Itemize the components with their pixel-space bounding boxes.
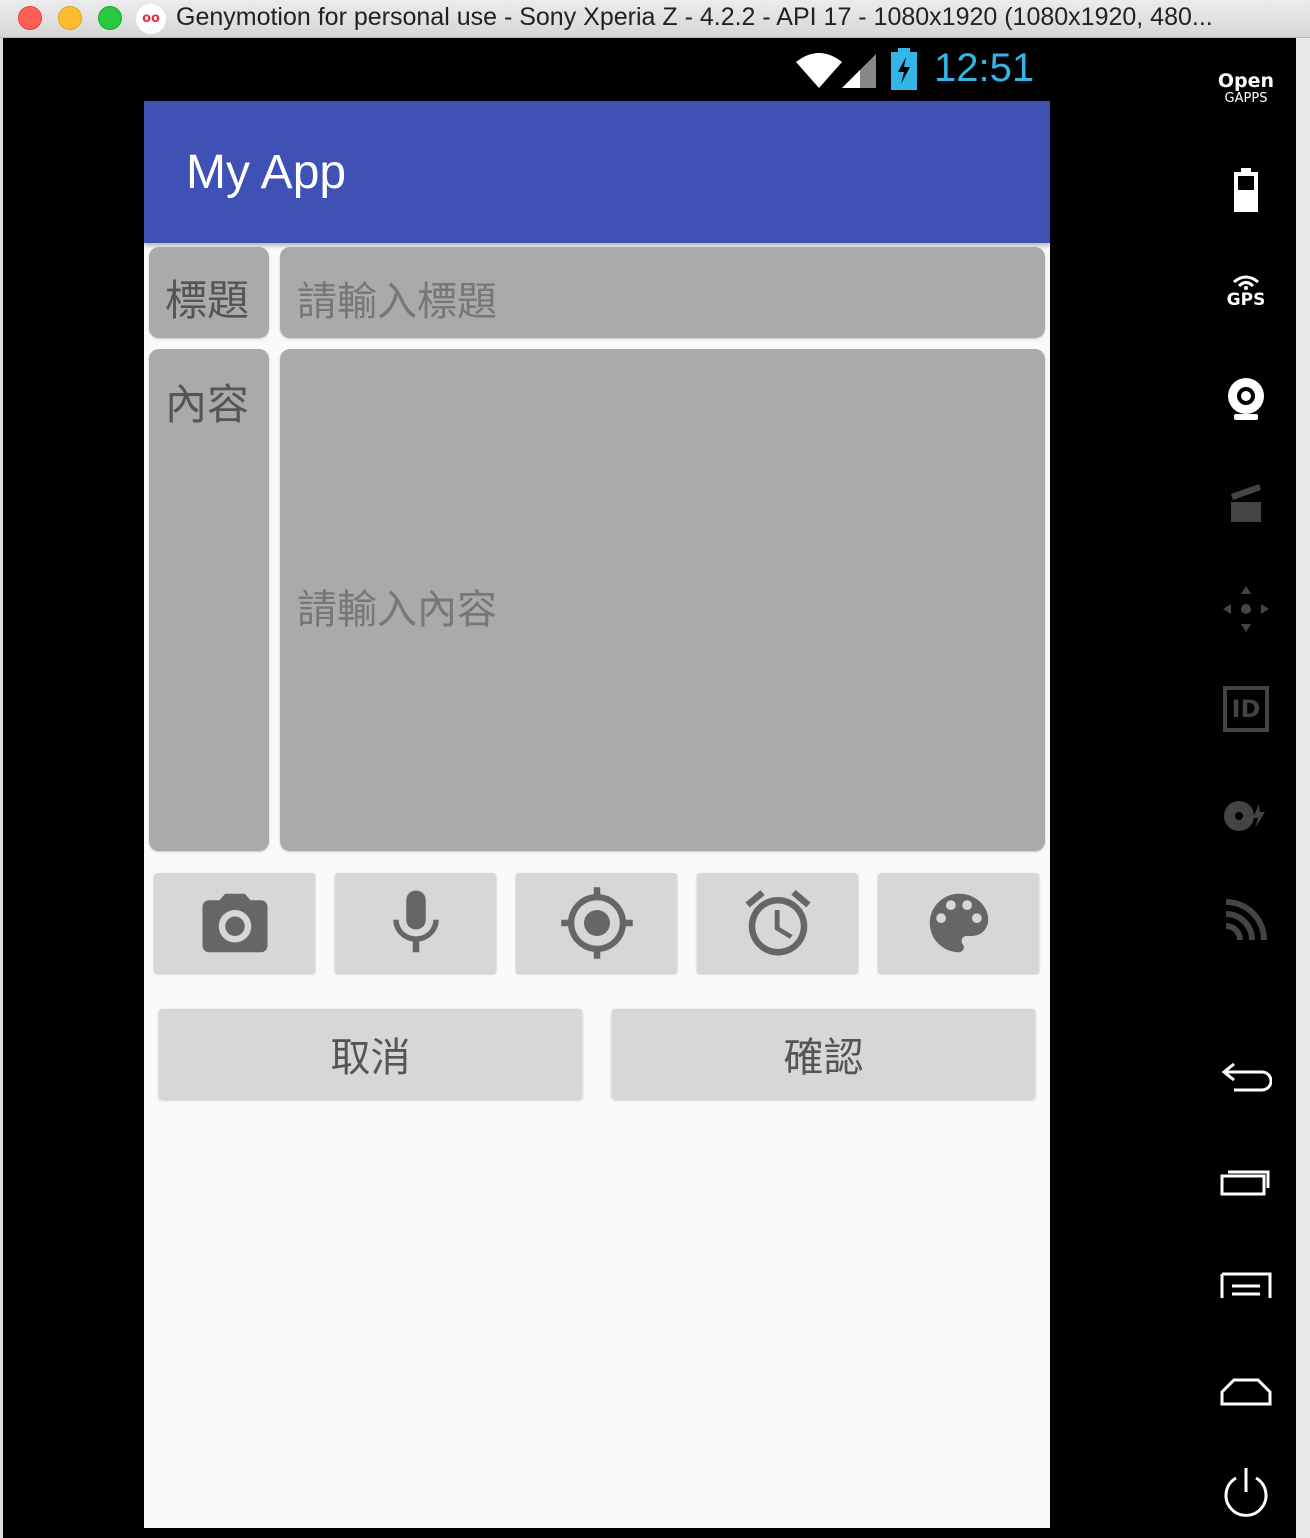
open-gapps-label: Open: [1217, 70, 1275, 92]
open-gapps-button[interactable]: Open GAPPS: [1196, 70, 1296, 107]
zoom-window-button[interactable]: [98, 6, 122, 30]
disk-icon: [1224, 801, 1265, 831]
content-label-box: 內容: [149, 349, 269, 851]
cast-button[interactable]: [1196, 898, 1296, 942]
location-button[interactable]: [516, 873, 677, 973]
battery-icon: [1234, 168, 1258, 212]
signal-icon: [842, 54, 876, 88]
recent-apps-icon: [1220, 1170, 1270, 1196]
dpad-icon: [1223, 586, 1269, 632]
window-left-edge: [0, 38, 3, 1538]
genymotion-sidebar: Open GAPPS GPS ID: [1196, 40, 1296, 1538]
content-input[interactable]: 請輸入內容: [280, 349, 1045, 851]
home-icon: [1220, 1378, 1272, 1406]
id-icon: ID: [1223, 686, 1269, 732]
title-label-box: 標題: [149, 247, 269, 338]
minimize-window-button[interactable]: [58, 6, 82, 30]
wifi-icon: [796, 53, 842, 88]
home-button[interactable]: [1196, 1374, 1296, 1408]
back-button[interactable]: [1196, 1058, 1296, 1094]
alarm-icon: [745, 889, 810, 956]
confirm-button[interactable]: 確認: [612, 1009, 1035, 1099]
camera-button[interactable]: [154, 873, 315, 973]
menu-icon: [1220, 1272, 1272, 1298]
gapps-label: GAPPS: [1224, 91, 1268, 106]
app-screen: My App 標題 請輸入標題 內容 請輸入內容 取消 確認: [144, 101, 1050, 1528]
gps-icon: [1233, 275, 1259, 290]
power-button[interactable]: [1196, 1466, 1296, 1520]
content-label: 內容: [165, 380, 250, 429]
status-clock: 12:51: [934, 46, 1035, 90]
title-label: 標題: [165, 276, 250, 325]
content-placeholder: 請輸入內容: [297, 587, 497, 633]
window-title: Genymotion for personal use - Sony Xperi…: [176, 3, 1213, 31]
webcam-icon: [1228, 378, 1264, 420]
microphone-icon: [392, 890, 439, 953]
microphone-button[interactable]: [335, 873, 496, 973]
window-right-edge: [1296, 38, 1310, 1538]
title-input[interactable]: 請輸入標題: [280, 247, 1045, 338]
app-title: My App: [186, 146, 347, 199]
window-titlebar: oo Genymotion for personal use - Sony Xp…: [0, 0, 1310, 38]
camera-icon: [202, 893, 267, 953]
cancel-button[interactable]: 取消: [159, 1009, 582, 1099]
back-icon: [1221, 1062, 1272, 1092]
device-id-button[interactable]: ID: [1196, 686, 1296, 732]
battery-charging-icon: [891, 48, 917, 90]
battery-button[interactable]: [1196, 168, 1296, 214]
alarm-button[interactable]: [697, 873, 858, 973]
app-bar: My App: [144, 101, 1050, 243]
palette-button[interactable]: [878, 873, 1039, 973]
disk-button[interactable]: [1196, 798, 1296, 834]
title-placeholder: 請輸入標題: [297, 279, 497, 325]
menu-button[interactable]: [1196, 1270, 1296, 1302]
cast-icon: [1225, 899, 1267, 941]
close-window-button[interactable]: [18, 6, 42, 30]
webcam-button[interactable]: [1196, 376, 1296, 424]
power-icon: [1224, 1468, 1268, 1517]
media-icon: [1231, 484, 1261, 522]
location-icon: [560, 887, 633, 959]
media-button[interactable]: [1196, 482, 1296, 524]
gps-label: GPS: [1226, 290, 1266, 310]
palette-icon: [929, 893, 988, 953]
recent-apps-button[interactable]: [1196, 1164, 1296, 1198]
dpad-button[interactable]: [1196, 584, 1296, 634]
gps-button[interactable]: GPS: [1196, 274, 1296, 310]
genymotion-logo: oo: [136, 4, 166, 34]
